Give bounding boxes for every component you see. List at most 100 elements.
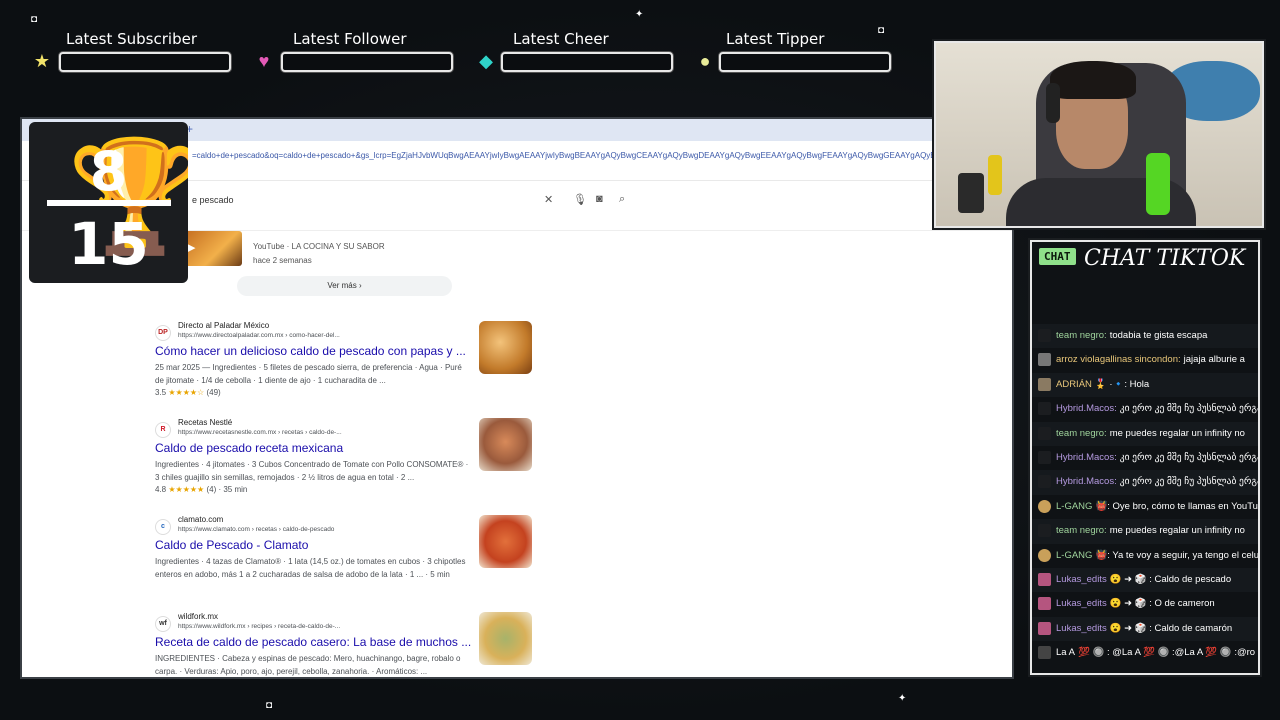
chat-text: კი ერო კე მშე ჩუ პუსნლაბ ერგა: [1119, 403, 1258, 415]
avatar: [1038, 524, 1051, 538]
speaker: [958, 173, 984, 213]
alert-label: Latest Subscriber: [66, 30, 197, 48]
chat-username: team negro:: [1056, 525, 1107, 537]
result-thumbnail[interactable]: [479, 515, 532, 568]
alert-value-box: [59, 52, 231, 72]
alert-value-box: [281, 52, 453, 72]
snippet-text: Ingredientes · 4 jitomates · 3 Cubos Con…: [155, 460, 469, 482]
video-thumbnail[interactable]: ▶: [182, 231, 242, 266]
sparkle-icon: ✦: [898, 693, 907, 704]
site-favicon: wf: [155, 616, 171, 632]
score-total: 15: [68, 210, 149, 278]
avatar: [1038, 597, 1051, 611]
coin-icon: ●: [699, 51, 711, 71]
chat-message: L-GANG 👹: Ya te voy a seguir, ya tengo el…: [1032, 544, 1258, 568]
lens-icon[interactable]: ◙: [596, 193, 603, 205]
alert-label: Latest Tipper: [726, 30, 825, 48]
avatar: [1038, 548, 1051, 562]
site-favicon: c: [155, 519, 171, 535]
clear-icon[interactable]: ✕: [544, 193, 553, 206]
chat-message: Lukas_edits 😮 ➜ 🎲 : Caldo de pescado: [1032, 567, 1258, 593]
chat-text: 😮 ➜ 🎲 : Caldo de camarón: [1109, 622, 1233, 634]
result-thumbnail[interactable]: [479, 612, 532, 665]
result-snippet: Ingredientes · 4 jitomates · 3 Cubos Con…: [155, 459, 470, 497]
chat-username: La A: [1056, 647, 1076, 659]
chat-message: La A 💯 🔘 : @La A 💯 🔘 :@La A 💯 🔘 :@ro: [1032, 641, 1258, 665]
chat-message: Hybrid.Macos: კი ერო კე მშე ჩუ პუსნლაბ ერ…: [1032, 470, 1258, 495]
snippet-text: INGREDIENTES · Cabeza y espinas de pesca…: [155, 654, 461, 676]
chat-text: me puedes regalar un infinity no: [1109, 427, 1245, 439]
chat-text: 😮 ➜ 🎲 : O de cameron: [1109, 598, 1215, 610]
snippet-text: 25 mar 2025 — Ingredientes · 5 filetes d…: [155, 363, 462, 385]
chat-text: 👹: Ya te voy a seguir, ya tengo el celu: [1095, 549, 1258, 561]
chat-text: 👹: Oye bro, cómo te llamas en YouTu: [1095, 500, 1258, 512]
chat-message: team negro: todabia te gista escapa: [1032, 324, 1258, 349]
mic-icon[interactable]: 🎙: [573, 193, 587, 206]
chat-username: L-GANG: [1056, 500, 1093, 512]
chat-message: Hybrid.Macos: კი ერო კე მშე ჩუ პუსნლაბ ერ…: [1032, 397, 1258, 421]
result-path[interactable]: https://www.clamato.com › recetas › cald…: [178, 526, 334, 533]
avatar: [1038, 499, 1051, 513]
rating-value: 4.8: [155, 485, 167, 494]
chat-username: Lukas_edits: [1056, 622, 1107, 634]
video-source: YouTube · LA COCINA Y SU SABOR: [253, 242, 385, 251]
chat-message: ADRIÁN 🎖️ ·🔹: Hola: [1032, 372, 1258, 398]
result-title[interactable]: Caldo de Pescado - Clamato: [155, 538, 308, 552]
alert-label: Latest Follower: [293, 30, 407, 48]
fraction-bar: [47, 200, 171, 206]
chat-username: L-GANG: [1056, 549, 1093, 561]
result-path[interactable]: https://www.directoalpaladar.com.mx › co…: [178, 332, 340, 339]
rating-value: 3.5: [155, 388, 167, 397]
chat-username: Hybrid.Macos:: [1056, 403, 1117, 415]
search-input[interactable]: e pescado ✕ 🎙 ◙ ⌕: [172, 187, 662, 215]
sparkle-icon: ◘: [31, 14, 38, 25]
score-counter: 🏆 8 15: [29, 122, 188, 283]
result-site: wildfork.mx: [178, 612, 219, 621]
result-title[interactable]: Caldo de pescado receta mexicana: [155, 441, 343, 455]
avatar: [1038, 329, 1051, 342]
star-icon: ★: [33, 51, 51, 71]
result-site: clamato.com: [178, 515, 224, 524]
result-path[interactable]: https://www.recetasnestle.com.mx › recet…: [178, 429, 342, 436]
stream-overlay: ◘ ✦ ◘ ◘ ✦ ★ Latest Subscriber ♥ Latest F…: [0, 0, 1280, 720]
site-favicon: DP: [155, 325, 171, 341]
search-query[interactable]: e pescado: [192, 195, 234, 205]
avatar: [1038, 402, 1051, 416]
result-thumbnail[interactable]: [479, 321, 532, 374]
result-title[interactable]: Receta de caldo de pescado casero: La ba…: [155, 635, 471, 649]
search-icon[interactable]: ⌕: [619, 193, 625, 206]
alert-value-box: [719, 52, 891, 72]
result-title[interactable]: Cómo hacer un delicioso caldo de pescado…: [155, 344, 466, 358]
chat-username: arroz violagallinas sincondon:: [1056, 354, 1181, 366]
chat-message: L-GANG 👹: Oye bro, cómo te llamas en YouT…: [1032, 495, 1258, 519]
avatar: [1038, 646, 1051, 660]
chat-text: კი ერო კე მშე ჩუ პუსნლაბ ერგა: [1119, 451, 1258, 463]
result-thumbnail[interactable]: [479, 418, 532, 471]
gem-icon: ◆: [479, 51, 493, 71]
avatar: [1038, 450, 1051, 464]
avatar: [1038, 572, 1051, 586]
headset: [1046, 83, 1060, 123]
chat-username: ADRIÁN: [1056, 378, 1092, 390]
chat-text: jajaja alburie a: [1183, 354, 1245, 366]
review-count: (4) · 35 min: [206, 485, 248, 494]
snippet-text: Ingredientes · 4 tazas de Clamato® · 1 l…: [155, 557, 466, 579]
result-snippet: 25 mar 2025 — Ingredientes · 5 filetes d…: [155, 362, 470, 400]
result-path[interactable]: https://www.wildfork.mx › recipes › rece…: [178, 623, 340, 630]
ver-mas-button[interactable]: Ver más ›: [237, 276, 452, 296]
chat-messages: team negro: todabia te gista escapa arroz…: [1032, 324, 1258, 665]
streamer-hair: [1050, 61, 1136, 99]
chat-panel: CHAT CHAT TIKTOK team negro: todabia te g…: [1030, 240, 1260, 675]
url-text[interactable]: =caldo+de+pescado&oq=caldo+de+pescado+&g…: [192, 151, 952, 160]
result-site: Directo al Paladar México: [178, 321, 270, 330]
rating-stars: ★★★★☆: [168, 388, 205, 397]
video-date: hace 2 semanas: [253, 256, 312, 265]
chat-badge: CHAT: [1039, 248, 1076, 265]
ver-mas-label: Ver más: [327, 281, 357, 290]
chat-text: todabia te gista escapa: [1109, 330, 1208, 341]
chat-username: Hybrid.Macos:: [1056, 451, 1117, 463]
webcam-feed: [934, 41, 1264, 228]
alert-value-box: [501, 52, 673, 72]
chat-text: 🎖️ ·🔹: Hola: [1094, 378, 1150, 390]
chat-text: 💯 🔘 : @La A 💯 🔘 :@La A 💯 🔘 :@ro: [1078, 647, 1256, 659]
